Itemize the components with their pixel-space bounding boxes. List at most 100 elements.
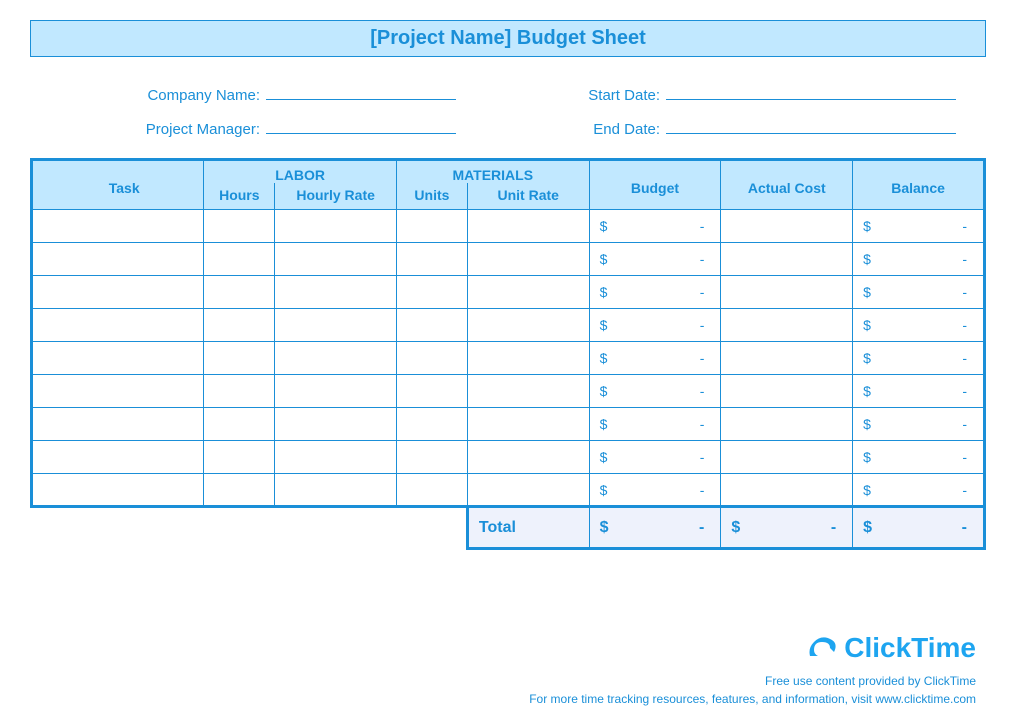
- cell-task[interactable]: [32, 309, 204, 342]
- table-row: $- $-: [32, 474, 985, 507]
- col-hourly-rate: Hourly Rate: [275, 183, 397, 210]
- cell-unit-rate[interactable]: [467, 243, 589, 276]
- cell-task[interactable]: [32, 210, 204, 243]
- total-row: Total $- $- $-: [32, 507, 985, 549]
- cell-hourly-rate[interactable]: [275, 276, 397, 309]
- table-row: $-$-: [32, 309, 985, 342]
- table-row: $-$-: [32, 276, 985, 309]
- cell-balance: $-: [853, 210, 985, 243]
- cell-units[interactable]: [396, 375, 467, 408]
- col-units: Units: [396, 183, 467, 210]
- cell-unit-rate[interactable]: [467, 408, 589, 441]
- company-input-line[interactable]: [266, 82, 456, 100]
- total-label: Total: [467, 507, 589, 549]
- table-row: $-$-: [32, 441, 985, 474]
- cell-hours[interactable]: [204, 276, 275, 309]
- cell-units[interactable]: [396, 243, 467, 276]
- cell-units[interactable]: [396, 408, 467, 441]
- cell-hourly-rate[interactable]: [275, 342, 397, 375]
- cell-unit-rate[interactable]: [467, 375, 589, 408]
- cell-balance: $-: [853, 243, 985, 276]
- manager-input-line[interactable]: [266, 116, 456, 134]
- cell-hours[interactable]: [204, 309, 275, 342]
- cell-task[interactable]: [32, 342, 204, 375]
- cell-unit-rate[interactable]: [467, 474, 589, 507]
- cell-actual-cost[interactable]: [721, 309, 853, 342]
- cell-units[interactable]: [396, 276, 467, 309]
- cell-hourly-rate[interactable]: [275, 474, 397, 507]
- cell-unit-rate[interactable]: [467, 276, 589, 309]
- cell-hours[interactable]: [204, 375, 275, 408]
- cell-actual-cost[interactable]: [721, 375, 853, 408]
- company-label: Company Name:: [110, 87, 260, 104]
- cell-hourly-rate[interactable]: [275, 210, 397, 243]
- total-actual: $-: [721, 507, 853, 549]
- table-row: $- $-: [32, 408, 985, 441]
- start-date-label: Start Date:: [570, 87, 660, 104]
- cell-balance: $-: [853, 474, 985, 507]
- cell-units[interactable]: [396, 210, 467, 243]
- col-balance: Balance: [853, 160, 985, 210]
- col-task: Task: [32, 160, 204, 210]
- cell-hourly-rate[interactable]: [275, 375, 397, 408]
- cell-units[interactable]: [396, 309, 467, 342]
- cell-actual-cost[interactable]: [721, 474, 853, 507]
- cell-actual-cost[interactable]: [721, 441, 853, 474]
- cell-actual-cost[interactable]: [721, 210, 853, 243]
- col-hours: Hours: [204, 183, 275, 210]
- cell-task[interactable]: [32, 408, 204, 441]
- cell-hours[interactable]: [204, 408, 275, 441]
- cell-budget: $-: [589, 408, 721, 441]
- cell-units[interactable]: [396, 441, 467, 474]
- footer: ClickTime Free use content provided by C…: [529, 632, 976, 708]
- cell-task[interactable]: [32, 375, 204, 408]
- cell-actual-cost[interactable]: [721, 342, 853, 375]
- cell-budget: $-: [589, 474, 721, 507]
- table-row: $-$-: [32, 375, 985, 408]
- col-unit-rate: Unit Rate: [467, 183, 589, 210]
- col-group-labor: LABOR: [204, 160, 397, 184]
- cell-unit-rate[interactable]: [467, 342, 589, 375]
- credit-line-1: Free use content provided by ClickTime: [529, 672, 976, 690]
- budget-table: Task LABOR MATERIALS Budget Actual Cost …: [30, 158, 986, 550]
- cell-unit-rate[interactable]: [467, 441, 589, 474]
- cell-units[interactable]: [396, 342, 467, 375]
- cell-actual-cost[interactable]: [721, 408, 853, 441]
- table-row: $-$-: [32, 342, 985, 375]
- cell-task[interactable]: [32, 474, 204, 507]
- cell-hours[interactable]: [204, 210, 275, 243]
- col-budget: Budget: [589, 160, 721, 210]
- cell-hours[interactable]: [204, 342, 275, 375]
- cell-hourly-rate[interactable]: [275, 243, 397, 276]
- cell-task[interactable]: [32, 441, 204, 474]
- cell-actual-cost[interactable]: [721, 243, 853, 276]
- cell-hours[interactable]: [204, 243, 275, 276]
- table-row: $- $-: [32, 243, 985, 276]
- cell-hourly-rate[interactable]: [275, 441, 397, 474]
- col-group-materials: MATERIALS: [396, 160, 589, 184]
- start-date-input-line[interactable]: [666, 82, 956, 100]
- credit-line-2: For more time tracking resources, featur…: [529, 690, 976, 708]
- cell-hours[interactable]: [204, 441, 275, 474]
- cell-budget: $-: [589, 276, 721, 309]
- cell-unit-rate[interactable]: [467, 210, 589, 243]
- end-date-label: End Date:: [570, 121, 660, 138]
- cell-task[interactable]: [32, 243, 204, 276]
- cell-balance: $-: [853, 408, 985, 441]
- table-row: $-$-: [32, 210, 985, 243]
- cell-units[interactable]: [396, 474, 467, 507]
- cell-unit-rate[interactable]: [467, 309, 589, 342]
- meta-row-1: Company Name: Start Date:: [30, 82, 986, 104]
- clicktime-icon: [806, 634, 838, 662]
- cell-task[interactable]: [32, 276, 204, 309]
- manager-label: Project Manager:: [110, 121, 260, 138]
- brand: ClickTime: [529, 632, 976, 664]
- brand-text: ClickTime: [844, 632, 976, 664]
- cell-actual-cost[interactable]: [721, 276, 853, 309]
- cell-hourly-rate[interactable]: [275, 309, 397, 342]
- cell-hourly-rate[interactable]: [275, 408, 397, 441]
- cell-budget: $-: [589, 243, 721, 276]
- cell-hours[interactable]: [204, 474, 275, 507]
- cell-budget: $-: [589, 309, 721, 342]
- end-date-input-line[interactable]: [666, 116, 956, 134]
